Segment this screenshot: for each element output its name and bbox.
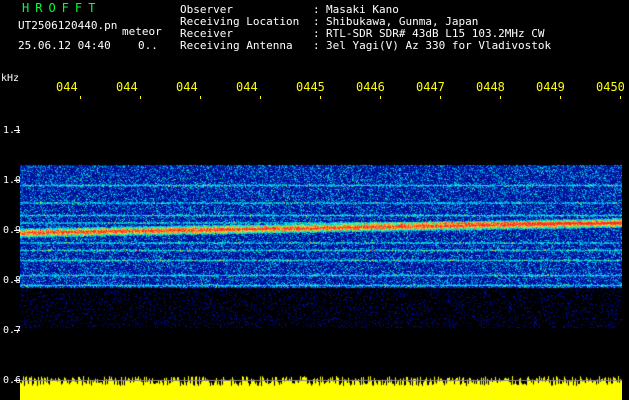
antenna-colon: : bbox=[313, 39, 320, 52]
freq-label-1-0: 1.0 bbox=[3, 175, 22, 186]
time-label-0449: 0449 bbox=[536, 80, 565, 94]
freq-label-0-8: 0.8 bbox=[3, 275, 22, 286]
time-label-0445: 0445 bbox=[296, 80, 325, 94]
time-tick bbox=[620, 96, 621, 99]
timestamp: 25.06.12 04:40 bbox=[18, 39, 111, 52]
freq-label-0-9: 0.9 bbox=[3, 225, 22, 236]
freq-label-0-7: 0.7 bbox=[3, 325, 22, 336]
time-label-0443: 044 bbox=[176, 80, 198, 94]
time-tick bbox=[500, 96, 501, 99]
mode-label: meteor bbox=[122, 25, 162, 38]
time-tick bbox=[440, 96, 441, 99]
time-tick bbox=[200, 96, 201, 99]
time-label-0448: 0448 bbox=[476, 80, 505, 94]
freq-label-1-1: 1.1 bbox=[3, 125, 22, 136]
time-tick bbox=[560, 96, 561, 99]
time-label-0447: 0447 bbox=[416, 80, 445, 94]
fraction-label: 0.. bbox=[138, 39, 158, 52]
time-tick bbox=[380, 96, 381, 99]
time-label-0450: 0450 bbox=[596, 80, 625, 94]
antenna-value: 3el Yagi(V) Az 330 for Vladivostok bbox=[326, 39, 552, 52]
freq-label-0-6: 0.6 bbox=[3, 375, 22, 386]
time-label-0442: 044 bbox=[116, 80, 138, 94]
time-tick bbox=[260, 96, 261, 99]
time-label-0446: 0446 bbox=[356, 80, 385, 94]
time-label-0441: 044 bbox=[56, 80, 78, 94]
app-brand: HROFFT bbox=[22, 1, 102, 15]
file-name: UT2506120440.pn bbox=[18, 19, 118, 32]
spectrogram-canvas[interactable] bbox=[20, 100, 622, 400]
time-tick bbox=[320, 96, 321, 99]
antenna-label: Receiving Antenna bbox=[180, 39, 293, 52]
time-tick bbox=[80, 96, 81, 99]
time-tick bbox=[140, 96, 141, 99]
time-label-0444: 044 bbox=[236, 80, 258, 94]
frequency-unit-label: kHz bbox=[1, 73, 20, 84]
